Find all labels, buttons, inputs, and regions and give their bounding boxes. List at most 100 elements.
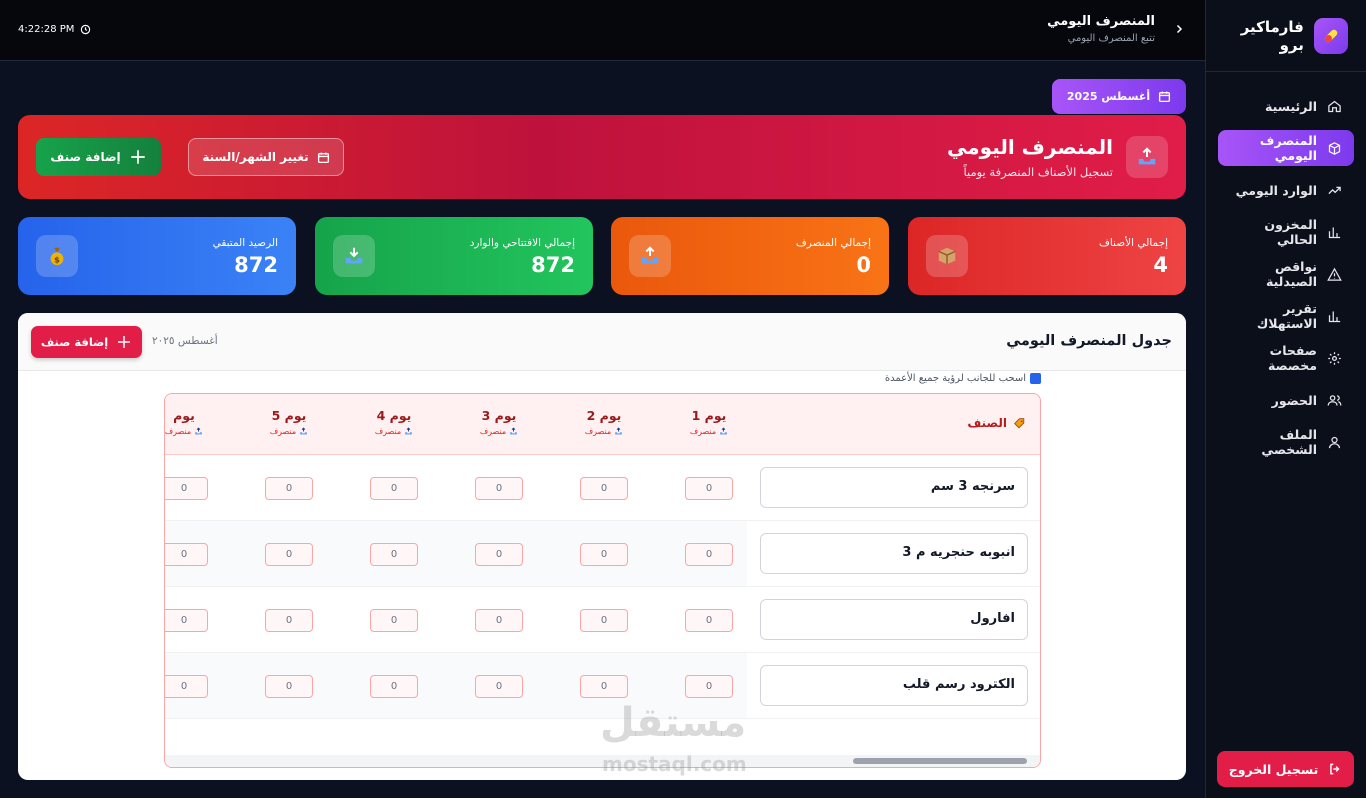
add-item-button[interactable]: إضافة صنف <box>36 138 161 176</box>
stat-card-1: إجمالي المنصرف 0 <box>611 217 889 295</box>
quantity-input[interactable]: 0 <box>165 477 208 500</box>
sidebar-item-7[interactable]: الحضور <box>1218 382 1354 418</box>
page-title: المنصرف اليومي <box>1047 14 1155 29</box>
day-sublabel-text: منصرف <box>584 427 612 436</box>
add-item-label: إضافة صنف <box>50 150 121 164</box>
page-subtitle: تتبع المنصرف اليومي <box>1067 33 1155 44</box>
month-pill-button[interactable]: أغسطس 2025 <box>1052 79 1186 114</box>
item-name-cell: الكترود رسم قلب <box>747 653 1040 718</box>
quantity-input[interactable]: 0 <box>370 543 418 566</box>
top-bar: 4:22:28 PM المنصرف اليومي تتبع المنصرف ا… <box>0 0 1205 61</box>
watermark-latin: mostaql.com <box>602 752 747 776</box>
bar-chart-icon <box>1327 309 1342 324</box>
day-label: يوم 1 <box>691 408 727 423</box>
quantity-input[interactable]: 0 <box>685 543 733 566</box>
sidebar-item-1[interactable]: المنصرف اليومي <box>1218 130 1354 166</box>
table-add-item-button[interactable]: إضافة صنف <box>31 326 142 358</box>
inbox-icon <box>333 235 375 277</box>
outbox-icon <box>615 427 623 435</box>
quantity-input[interactable]: 0 <box>475 477 523 500</box>
gear-icon <box>1327 351 1342 366</box>
quantity-input[interactable]: 0 <box>265 477 313 500</box>
pill-icon <box>1313 17 1348 54</box>
change-month-label: تغيير الشهر/السنة <box>202 150 309 164</box>
quantity-input[interactable]: 0 <box>580 609 628 632</box>
stat-value: 872 <box>234 253 278 277</box>
change-month-button[interactable]: تغيير الشهر/السنة <box>188 138 344 176</box>
logout-label: تسجيل الخروج <box>1228 761 1319 777</box>
scrollbar-thumb[interactable] <box>853 758 1027 764</box>
quantity-input[interactable]: 0 <box>265 543 313 566</box>
table-row: افارول 0 0 0 0 0 0 <box>165 587 1040 653</box>
user-icon <box>1327 435 1342 450</box>
quantity-input[interactable]: 0 <box>165 543 208 566</box>
day-column-header: يوم 3 منصرف <box>464 408 534 436</box>
quantity-input[interactable]: 0 <box>685 675 733 698</box>
day-column-header: يوم 4 منصرف <box>359 408 429 436</box>
chevron-right-icon[interactable] <box>1173 23 1185 35</box>
clock: 4:22:28 PM <box>18 24 91 35</box>
scroll-hint-text: اسحب للجانب لرؤية جميع الأعمدة <box>884 373 1026 384</box>
sidebar-item-label: الملف الشخصي <box>1261 427 1317 457</box>
day-column-header: يوم 2 منصرف <box>569 408 639 436</box>
item-name-input[interactable]: انبوبه حنجريه م 3 <box>760 533 1028 574</box>
quantity-input[interactable]: 0 <box>370 609 418 632</box>
quantity-input[interactable]: 0 <box>370 675 418 698</box>
sidebar: فارماكير برو الرئيسية المنصرف اليومي الوار… <box>1205 0 1366 798</box>
calendar-icon <box>317 152 329 163</box>
hero-banner: المنصرف اليومي تسجيل الأصناف المنصرفة يو… <box>18 115 1186 199</box>
quantity-input[interactable]: 0 <box>265 675 313 698</box>
sidebar-item-0[interactable]: الرئيسية <box>1218 88 1354 124</box>
sidebar-item-label: الوارد اليومي <box>1235 182 1317 198</box>
home-icon <box>1327 99 1342 114</box>
brand: فارماكير برو <box>1206 0 1366 72</box>
sidebar-item-2[interactable]: الوارد اليومي <box>1218 172 1354 208</box>
scroll-hint: اسحب للجانب لرؤية جميع الأعمدة <box>885 373 1041 384</box>
day-column-header: يوم 1 منصرف <box>674 408 744 436</box>
sidebar-item-label: صفحات مخصصة <box>1268 343 1317 373</box>
sidebar-item-3[interactable]: المخزون الحالي <box>1218 214 1354 250</box>
sidebar-item-label: الرئيسية <box>1265 98 1317 114</box>
outbox-icon <box>510 427 518 435</box>
stat-card-2: إجمالي الافتتاحي والوارد 872 <box>315 217 593 295</box>
quantity-input[interactable]: 0 <box>370 477 418 500</box>
sidebar-item-8[interactable]: الملف الشخصي <box>1218 424 1354 460</box>
box-icon <box>926 235 968 277</box>
table-title: جدول المنصرف اليومي <box>1006 333 1172 349</box>
quantity-input[interactable]: 0 <box>165 675 208 698</box>
sidebar-item-4[interactable]: نواقص الصيدلية <box>1218 256 1354 292</box>
day-label: يوم <box>173 408 195 423</box>
day-label: يوم 3 <box>481 408 517 423</box>
quantity-input[interactable]: 0 <box>685 477 733 500</box>
quantity-input[interactable]: 0 <box>685 609 733 632</box>
quantity-input[interactable]: 0 <box>265 609 313 632</box>
quantity-input[interactable]: 0 <box>580 675 628 698</box>
item-name-input[interactable]: الكترود رسم قلب <box>760 665 1028 706</box>
quantity-input[interactable]: 0 <box>475 675 523 698</box>
logout-button[interactable]: تسجيل الخروج <box>1217 751 1354 787</box>
item-name-input[interactable]: افارول <box>760 599 1028 640</box>
calendar-icon <box>1159 91 1171 103</box>
sidebar-item-5[interactable]: تقرير الاستهلاك <box>1218 298 1354 334</box>
stat-label: إجمالي الافتتاحي والوارد <box>469 237 575 249</box>
day-column-header: يوم 5 منصرف <box>254 408 324 436</box>
clock-icon <box>81 24 91 35</box>
svg-text:$: $ <box>54 254 60 264</box>
table-add-item-label: إضافة صنف <box>40 335 109 349</box>
day-label: يوم 2 <box>586 408 622 423</box>
sidebar-item-6[interactable]: صفحات مخصصة <box>1218 340 1354 376</box>
trending-up-icon <box>1327 183 1342 198</box>
table-header: جدول المنصرف اليومي أغسطس ٢٠٢٥ إضافة صنف <box>18 313 1186 371</box>
quantity-input[interactable]: 0 <box>580 477 628 500</box>
quantity-input[interactable]: 0 <box>475 609 523 632</box>
quantity-input[interactable]: 0 <box>580 543 628 566</box>
day-sublabel-text: منصرف <box>689 427 717 436</box>
sidebar-item-label: نواقص الصيدلية <box>1266 259 1317 289</box>
item-name-input[interactable]: سرنجه 3 سم <box>760 467 1028 508</box>
table-row: سرنجه 3 سم 0 0 0 0 0 0 <box>165 455 1040 521</box>
outbox-icon <box>300 427 308 435</box>
quantity-input[interactable]: 0 <box>165 609 208 632</box>
quantity-input[interactable]: 0 <box>475 543 523 566</box>
watermark-arabic: مستقل <box>600 700 747 746</box>
logout-icon <box>1330 763 1340 775</box>
